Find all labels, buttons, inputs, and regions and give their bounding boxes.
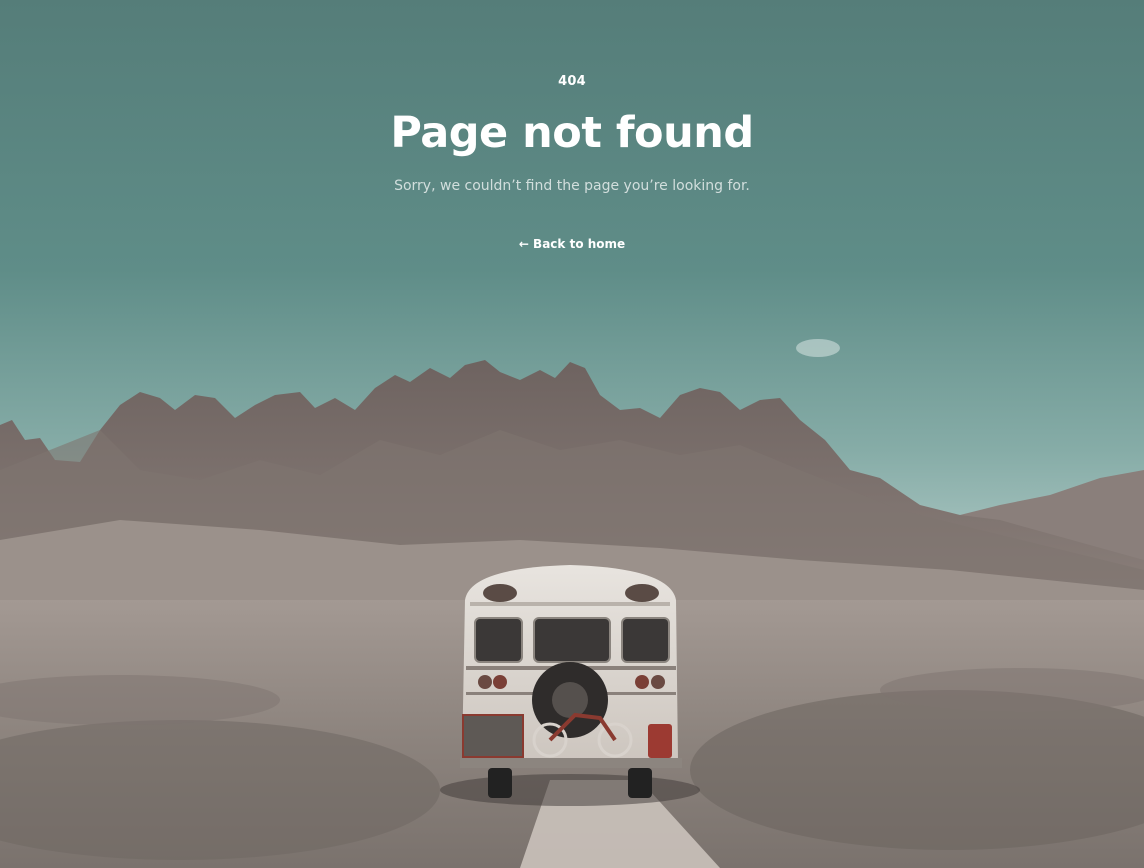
- not-found-page: 404 Page not found Sorry, we couldn’t fi…: [0, 0, 1144, 868]
- error-code: 404: [558, 74, 586, 89]
- back-to-home-link[interactable]: ← Back to home: [519, 237, 625, 251]
- error-message: Sorry, we couldn’t find the page you’re …: [394, 178, 750, 194]
- page-title: Page not found: [390, 108, 754, 158]
- back-link-container: ← Back to home: [0, 237, 1144, 251]
